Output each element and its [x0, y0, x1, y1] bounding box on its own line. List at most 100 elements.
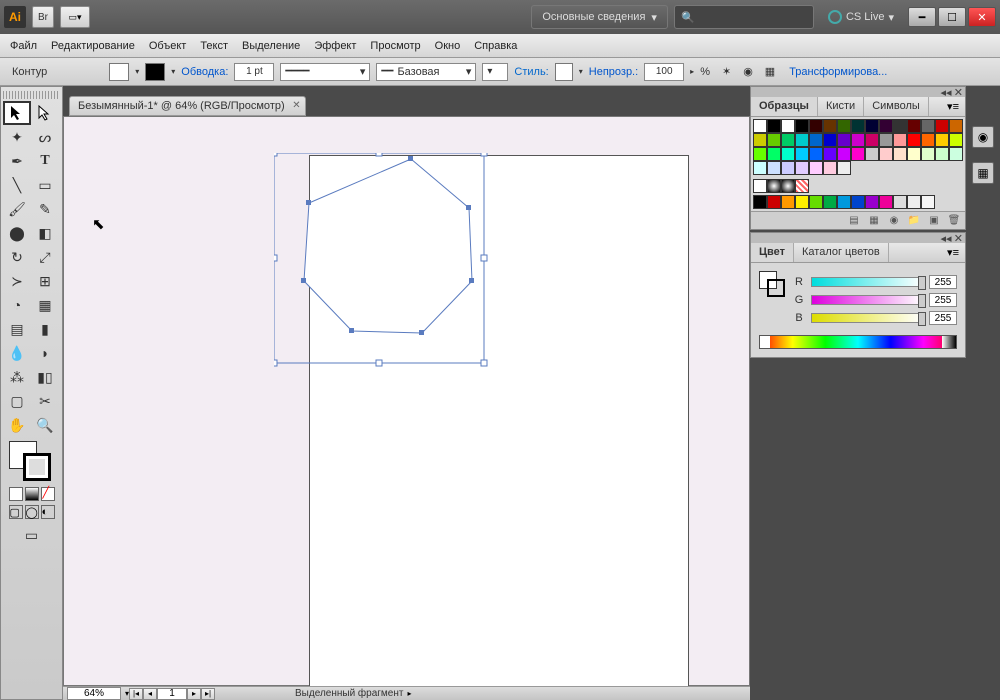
swatch[interactable]	[795, 147, 809, 161]
swatch[interactable]	[921, 133, 935, 147]
line-tool[interactable]: ╲	[3, 173, 31, 197]
g-slider[interactable]	[811, 295, 923, 305]
swatch[interactable]	[879, 119, 893, 133]
brush-opts[interactable]: ▾	[482, 63, 508, 81]
screen-mode-button[interactable]: ▭	[20, 523, 44, 547]
lasso-tool[interactable]: ᔕ	[31, 125, 59, 149]
swatch-opts-icon[interactable]: ◉	[887, 214, 901, 228]
swatch[interactable]	[823, 133, 837, 147]
gradient-tool[interactable]: ▮	[31, 317, 59, 341]
swatch[interactable]	[935, 119, 949, 133]
stroke-label[interactable]: Обводка:	[181, 66, 228, 78]
draw-normal-icon[interactable]: ▢	[9, 505, 23, 519]
search-input[interactable]: 🔍	[674, 5, 814, 29]
swatch[interactable]	[781, 195, 795, 209]
menu-window[interactable]: Окно	[435, 40, 461, 52]
symbol-sprayer-tool[interactable]: ⁂	[3, 365, 31, 389]
swatch[interactable]	[823, 147, 837, 161]
b-input[interactable]	[929, 311, 957, 325]
b-slider[interactable]	[811, 313, 923, 323]
swatch[interactable]	[865, 195, 879, 209]
swatch[interactable]	[809, 147, 823, 161]
maximize-button[interactable]: ☐	[938, 7, 966, 27]
swatch[interactable]	[949, 147, 963, 161]
hand-tool[interactable]: ✋	[3, 413, 31, 437]
prev-artboard-button[interactable]: ◂	[143, 688, 157, 700]
new-swatch-icon[interactable]: ▣	[927, 214, 941, 228]
fill-stroke-mini[interactable]	[759, 271, 785, 297]
swatch[interactable]	[753, 133, 767, 147]
direct-selection-tool[interactable]	[31, 101, 59, 125]
swatch[interactable]	[907, 133, 921, 147]
shape-builder-tool[interactable]: ◔	[3, 293, 31, 317]
blob-brush-tool[interactable]: ⬤	[3, 221, 31, 245]
type-tool[interactable]: T	[31, 149, 59, 173]
delete-swatch-icon[interactable]: 🗑	[947, 214, 961, 228]
magic-wand-tool[interactable]: ✦	[3, 125, 31, 149]
eyedropper-tool[interactable]: 💧	[3, 341, 31, 365]
swatch[interactable]	[907, 147, 921, 161]
swatch[interactable]	[921, 119, 935, 133]
swatch[interactable]	[753, 195, 767, 209]
swatch-show-icon[interactable]: ▦	[867, 214, 881, 228]
zoom-tool[interactable]: 🔍	[31, 413, 59, 437]
swatch[interactable]	[837, 119, 851, 133]
last-artboard-button[interactable]: ▸|	[201, 688, 215, 700]
panel-grip[interactable]	[3, 91, 60, 99]
swatch[interactable]	[809, 119, 823, 133]
swatch[interactable]	[865, 147, 879, 161]
draw-behind-icon[interactable]: ◯	[25, 505, 39, 519]
mesh-tool[interactable]: ▤	[3, 317, 31, 341]
workspace-switcher[interactable]: Основные сведения▾	[531, 5, 668, 29]
zoom-input[interactable]: 64%	[67, 687, 121, 700]
swatch[interactable]	[893, 133, 907, 147]
menu-view[interactable]: Просмотр	[370, 40, 420, 52]
polygon-shape[interactable]	[274, 153, 504, 383]
new-group-icon[interactable]: 📁	[907, 214, 921, 228]
stroke-weight-input[interactable]: 1 pt	[234, 63, 274, 81]
rotate-tool[interactable]: ↻	[3, 245, 31, 269]
opacity-label[interactable]: Непрозр.:	[589, 66, 638, 78]
swatch[interactable]	[753, 161, 767, 175]
fill-swatch[interactable]	[109, 63, 129, 81]
cs-live-button[interactable]: CS Live▾	[820, 10, 902, 24]
swatch[interactable]	[823, 195, 837, 209]
swatch[interactable]	[935, 133, 949, 147]
graph-tool[interactable]: ▮▯	[31, 365, 59, 389]
swatch[interactable]	[837, 195, 851, 209]
eraser-tool[interactable]: ◧	[31, 221, 59, 245]
pencil-tool[interactable]: ✎	[31, 197, 59, 221]
swatch-grid[interactable]	[751, 117, 965, 177]
tab-symbols[interactable]: Символы	[864, 97, 929, 116]
menu-text[interactable]: Текст	[200, 40, 228, 52]
transform-link[interactable]: Трансформирова...	[789, 66, 887, 78]
color-spectrum[interactable]	[759, 335, 957, 349]
r-slider[interactable]	[811, 277, 923, 287]
swatch[interactable]	[823, 161, 837, 175]
swatch[interactable]	[837, 147, 851, 161]
swatch[interactable]	[879, 195, 893, 209]
swatch[interactable]	[837, 161, 851, 175]
perspective-tool[interactable]: ▦	[31, 293, 59, 317]
panel-menu-icon[interactable]: ▾≡	[941, 243, 965, 262]
bridge-button[interactable]: Br	[32, 6, 54, 28]
menu-file[interactable]: Файл	[10, 40, 37, 52]
swatch[interactable]	[809, 133, 823, 147]
blend-tool[interactable]: ◗	[31, 341, 59, 365]
swatch-lib-icon[interactable]: ▤	[847, 214, 861, 228]
swatch[interactable]	[879, 147, 893, 161]
dock-icon-2[interactable]: ▦	[972, 162, 994, 184]
swatch[interactable]	[837, 133, 851, 147]
recolor-icon[interactable]: ✶	[722, 65, 731, 78]
gradient-mode-icon[interactable]	[25, 487, 39, 501]
swatch[interactable]	[781, 161, 795, 175]
canvas[interactable]	[63, 116, 750, 686]
draw-inside-icon[interactable]: ◐	[41, 505, 55, 519]
swatch[interactable]	[893, 119, 907, 133]
swatch[interactable]	[907, 195, 921, 209]
shape-tool[interactable]: ▭	[31, 173, 59, 197]
swatch[interactable]	[851, 119, 865, 133]
opacity-input[interactable]: 100	[644, 63, 684, 81]
swatch[interactable]	[893, 147, 907, 161]
close-button[interactable]: ✕	[968, 7, 996, 27]
